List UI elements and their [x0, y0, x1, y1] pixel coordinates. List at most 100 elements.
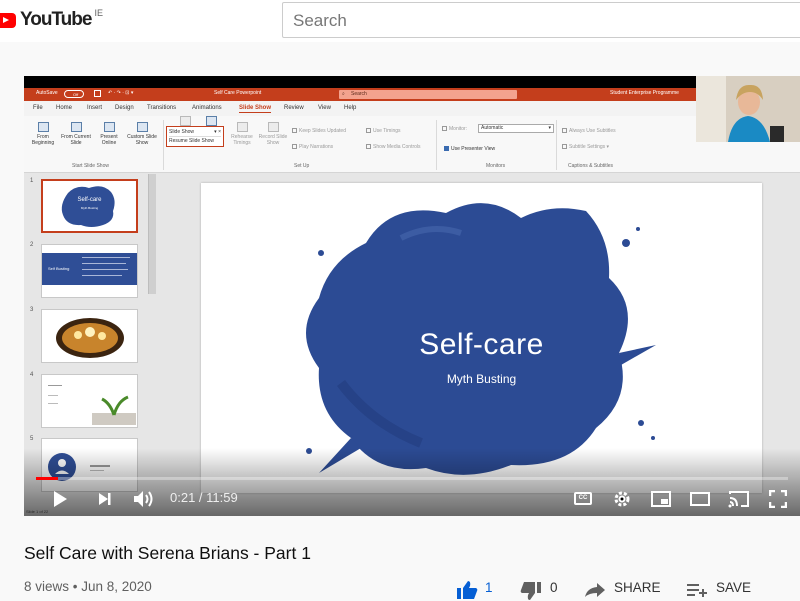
slide-thumbnail: Self Busting — [41, 244, 138, 298]
fullscreen-icon[interactable] — [769, 490, 787, 508]
progress-bar[interactable] — [36, 477, 788, 480]
play-narrations-option: Play Narrations — [292, 144, 333, 150]
chevron-down-icon: ▾ — [548, 125, 551, 131]
ppt-tab-animations: Animations — [192, 105, 222, 111]
show-media-option: Show Media Controls — [366, 144, 421, 150]
record-button: Record Slide Show — [256, 122, 290, 146]
plant-image-icon — [92, 395, 136, 425]
logo-text: YouTube — [20, 9, 92, 30]
share-button[interactable]: SHARE — [614, 580, 661, 595]
youtube-logo[interactable]: YouTube IE — [0, 8, 103, 32]
custom-show-icon — [136, 122, 148, 132]
ribbon-separator — [556, 120, 557, 170]
ppt-ribbon: From Beginning From Current Slide Presen… — [24, 116, 800, 173]
webcam-overlay — [696, 76, 800, 142]
save-to-playlist-icon[interactable] — [686, 582, 708, 598]
dislike-count[interactable]: 0 — [550, 580, 558, 595]
ppt-autosave-label: AutoSave — [36, 90, 58, 96]
always-subtitles-option: Always Use Subtitles — [562, 128, 616, 134]
ppt-tab-insert: Insert — [87, 105, 103, 111]
rehearse-button: Rehearse Timings — [228, 122, 256, 146]
ppt-tab-help: Help — [344, 105, 357, 111]
keep-updated-option: Keep Slides Updated — [292, 128, 346, 134]
ribbon-separator — [436, 120, 437, 170]
presentation-icon — [70, 122, 82, 132]
ppt-search-label: Search — [351, 91, 367, 97]
dislike-icon[interactable] — [520, 581, 542, 601]
ppt-file-title: Self Care Powerpoint — [214, 90, 262, 96]
ppt-tab-view: View — [318, 105, 331, 111]
main-slide: Self-care Myth Busting — [201, 183, 762, 493]
slide-thumbnail: Self-care Myth Busting — [41, 179, 138, 233]
search-input[interactable] — [293, 11, 773, 31]
gear-icon[interactable] — [613, 490, 631, 508]
ppt-title-bar: AutoSave Off ↶ · ↷ · ⊡ ▾ Self Care Power… — [24, 88, 800, 101]
thumb-number: 5 — [30, 436, 34, 442]
ppt-tab-slide-show: Slide Show — [239, 105, 272, 113]
video-title: Self Care with Serena Brians - Part 1 — [24, 543, 311, 563]
play-icon[interactable] — [52, 490, 68, 508]
like-icon[interactable] — [456, 580, 478, 600]
ppt-tab-design: Design — [115, 105, 134, 111]
video-player[interactable]: AutoSave Off ↶ · ↷ · ⊡ ▾ Self Care Power… — [24, 76, 800, 516]
ppt-search-box: ⌕ Search — [339, 90, 517, 99]
slide-thumbnail — [41, 309, 138, 363]
search-box[interactable] — [282, 2, 800, 38]
hide-slide-icon — [206, 116, 220, 126]
candles-image-icon — [56, 318, 124, 358]
ppt-tab-file: File — [33, 105, 43, 111]
slideshow-dropdown: Slide Show ▾ × Resume Slide Show — [166, 126, 224, 147]
present-online-button: Present Online — [96, 122, 122, 146]
youtube-play-icon — [0, 12, 16, 28]
monitor-label: Monitor: — [442, 126, 467, 132]
thumb-number: 1 — [30, 178, 34, 184]
thumb-number: 3 — [30, 307, 34, 313]
ppt-tab-transitions: Transitions — [147, 105, 177, 111]
subtitle-settings-option: Subtitle Settings ▾ — [562, 144, 609, 150]
from-current-button: From Current Slide — [60, 122, 92, 146]
ppt-search-icon: ⌕ — [342, 91, 345, 97]
slide-title: Self-care — [419, 328, 544, 361]
video-meta: 8 views • Jun 8, 2020 — [24, 579, 152, 594]
slide-thumbnail — [41, 374, 138, 428]
thumb-number: 4 — [30, 372, 34, 378]
country-code: IE — [94, 8, 103, 18]
masthead: YouTube IE — [0, 0, 800, 42]
monitor-select: Automatic ▾ — [478, 124, 554, 133]
ppt-tab-home: Home — [56, 105, 73, 111]
ppt-tab-review: Review — [284, 105, 304, 111]
group-captions-label: Captions & Subtitles — [568, 163, 614, 169]
progress-bar-fill — [36, 477, 58, 480]
captions-icon[interactable]: CC — [574, 492, 592, 505]
next-icon[interactable] — [98, 492, 112, 506]
autosave-toggle: Off — [64, 90, 84, 98]
share-icon[interactable] — [584, 582, 606, 598]
record-icon — [267, 122, 279, 132]
ribbon-separator — [163, 120, 164, 170]
presenter-view-option: Use Presenter View — [444, 146, 495, 152]
chevron-down-icon: ▾ × — [214, 129, 221, 135]
cast-icon[interactable] — [728, 490, 750, 508]
undo-icon: ↶ · ↷ · ⊡ ▾ — [108, 90, 134, 96]
thumb-number: 2 — [30, 242, 34, 248]
presentation-icon — [37, 122, 49, 132]
globe-icon — [103, 122, 115, 132]
time-display: 0:21 / 11:59 — [170, 490, 238, 505]
group-monitors-label: Monitors — [486, 163, 506, 169]
setup-icon — [180, 116, 194, 126]
presenter-icon — [696, 76, 800, 142]
group-start-label: Start Slide Show — [72, 163, 109, 169]
volume-icon[interactable] — [132, 489, 156, 509]
timer-icon — [236, 122, 248, 132]
miniplayer-icon[interactable] — [651, 491, 671, 507]
save-button[interactable]: SAVE — [716, 580, 751, 595]
slide-subtitle: Myth Busting — [446, 372, 517, 386]
from-beginning-button: From Beginning — [28, 122, 58, 146]
thumbnail-scrollbar — [148, 174, 156, 294]
like-count[interactable]: 1 — [485, 580, 493, 595]
ppt-account-name: Student Enterprise Programme — [610, 90, 679, 96]
ppt-ribbon-tabs: File Home Insert Design Transitions Anim… — [24, 101, 800, 116]
use-timings-option: Use Timings — [366, 128, 401, 134]
save-icon — [94, 90, 101, 97]
theater-mode-icon[interactable] — [690, 492, 710, 506]
